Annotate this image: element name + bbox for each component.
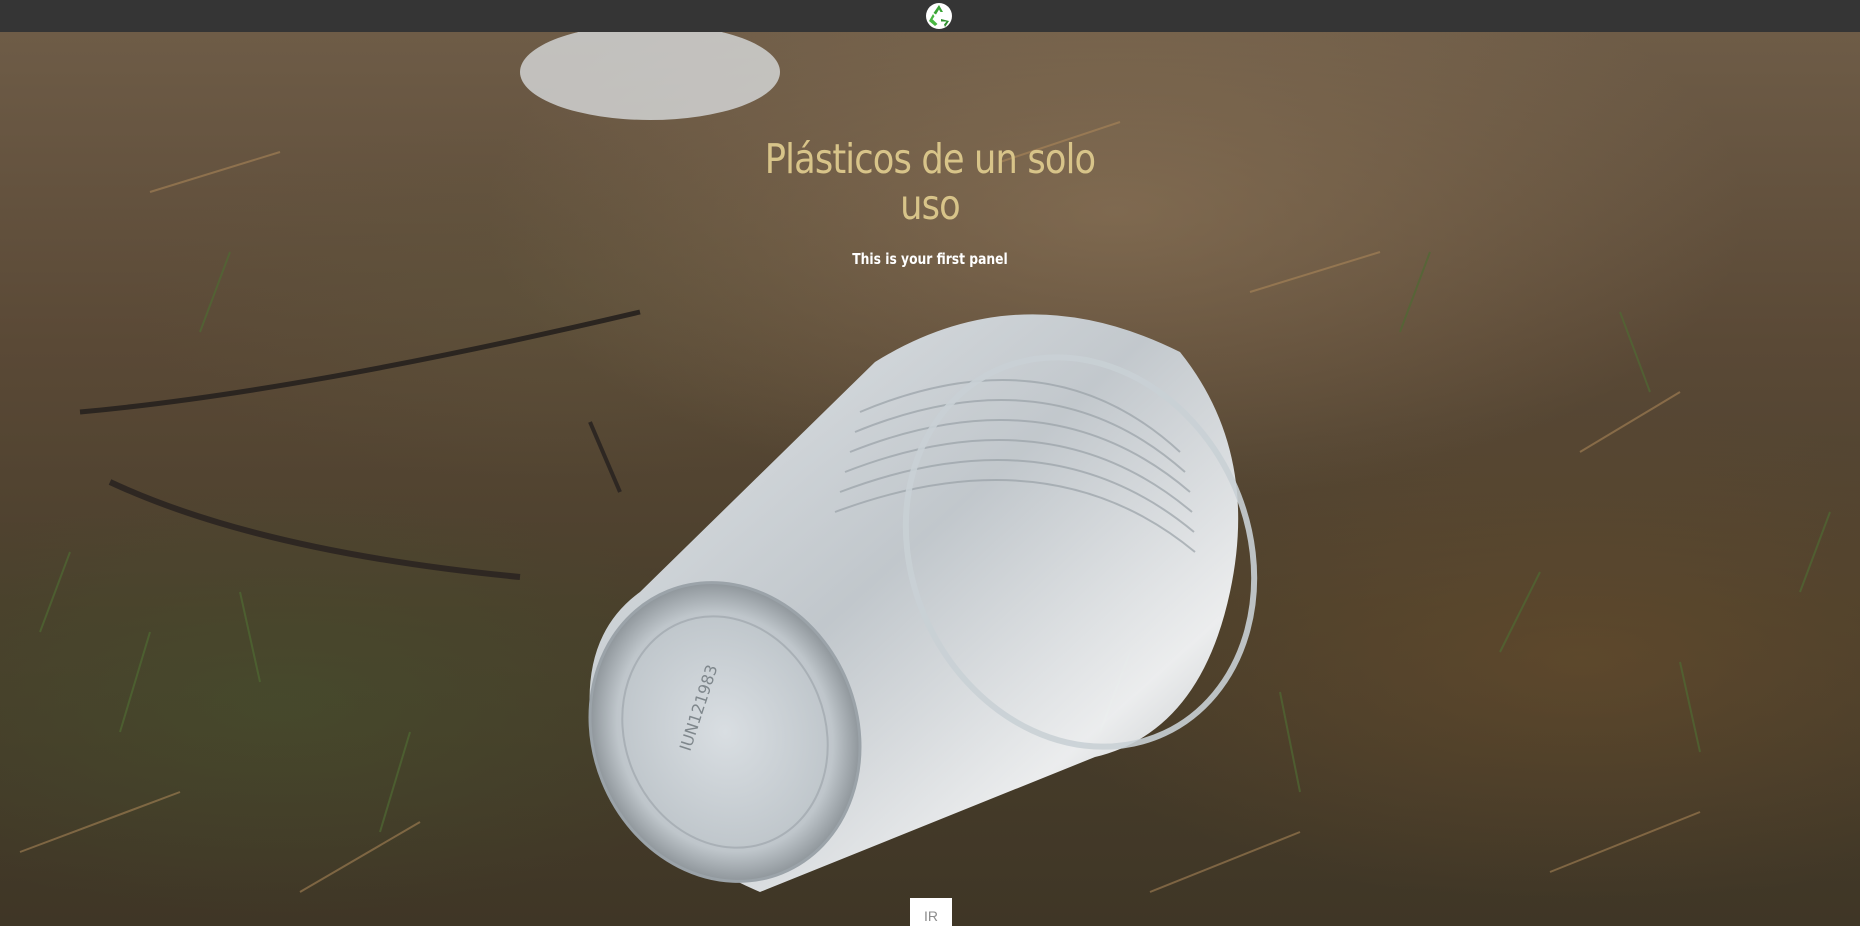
ir-button[interactable]: IR <box>910 898 952 926</box>
page-title: Plásticos de un solo uso <box>764 135 1096 229</box>
top-navbar <box>0 0 1860 32</box>
panel-subtitle: This is your first panel <box>852 250 1008 268</box>
hero-panel: IUN121983 Plásticos de un solo uso This … <box>0 32 1860 926</box>
recycle-icon[interactable] <box>925 2 953 30</box>
